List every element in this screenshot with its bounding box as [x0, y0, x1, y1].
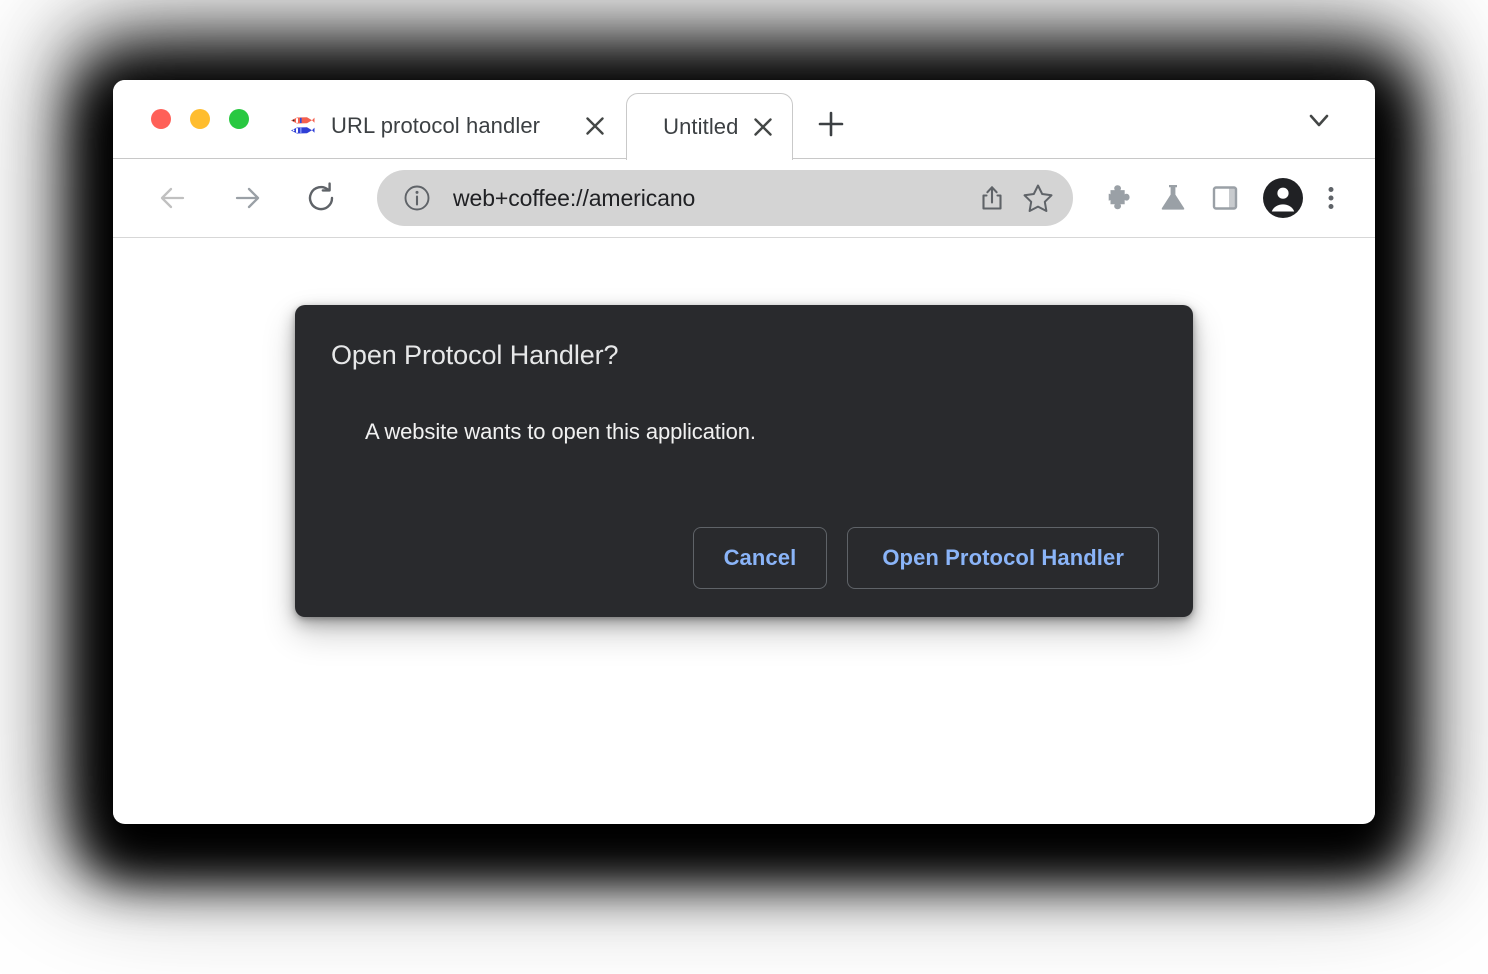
dialog-message: A website wants to open this application… [365, 419, 756, 445]
open-protocol-handler-button[interactable]: Open Protocol Handler [847, 527, 1159, 589]
close-icon [586, 116, 604, 135]
screenshot-stage: URL protocol handler Untitled web+coffee… [0, 0, 1488, 974]
address-bar-url[interactable]: web+coffee://americano [453, 185, 969, 212]
tabs-row: URL protocol handler Untitled [271, 80, 1375, 160]
new-tab-button[interactable] [803, 96, 859, 152]
window-close-button[interactable] [151, 108, 171, 129]
three-dot-menu-icon [1328, 187, 1334, 209]
reload-icon [308, 182, 334, 211]
browser-menu-button[interactable] [1309, 172, 1353, 224]
tab-untitled[interactable]: Untitled [626, 92, 794, 160]
tab-title: URL protocol handler [331, 112, 541, 138]
puzzle-icon [1108, 185, 1130, 210]
info-circle-icon [404, 185, 430, 211]
chevron-down-icon [1309, 114, 1329, 127]
forward-button[interactable] [219, 170, 275, 226]
arrow-right-icon [235, 187, 260, 209]
window-minimize-button[interactable] [190, 108, 210, 129]
site-info-button[interactable] [401, 182, 433, 214]
window-controls [113, 80, 271, 158]
profile-avatar[interactable] [1257, 172, 1309, 224]
experiments-button[interactable] [1147, 172, 1199, 224]
page-content-area: Open Protocol Handler? A website wants t… [113, 238, 1375, 822]
protocol-handler-dialog: Open Protocol Handler? A website wants t… [295, 305, 1193, 617]
browser-window: URL protocol handler Untitled web+coffee… [113, 80, 1375, 824]
close-icon [754, 117, 773, 136]
browser-toolbar: web+coffee://americano [113, 159, 1375, 238]
dialog-actions: Cancel Open Protocol Handler [331, 527, 1159, 589]
back-button[interactable] [145, 170, 201, 226]
dialog-title: Open Protocol Handler? [331, 340, 619, 370]
reload-button[interactable] [293, 170, 349, 226]
tab-title: Untitled [663, 113, 739, 139]
tropical-fish-icon [291, 116, 315, 133]
tab-search-button[interactable] [1289, 90, 1349, 150]
window-maximize-button[interactable] [229, 108, 249, 129]
arrow-left-icon [160, 187, 185, 209]
tab-close-button[interactable] [748, 112, 778, 142]
tab-strip: URL protocol handler Untitled [113, 80, 1375, 160]
side-panel-icon [1212, 186, 1238, 210]
share-button[interactable] [969, 175, 1015, 221]
tab-close-button[interactable] [580, 111, 610, 141]
extensions-button[interactable] [1095, 172, 1147, 224]
share-icon [982, 186, 1002, 210]
plus-icon [819, 111, 844, 137]
tab-url-protocol-handler[interactable]: URL protocol handler [271, 93, 626, 158]
star-icon [1023, 184, 1053, 212]
avatar-icon [1263, 178, 1303, 218]
bookmark-button[interactable] [1015, 175, 1061, 221]
address-bar[interactable]: web+coffee://americano [377, 170, 1073, 226]
cancel-button[interactable]: Cancel [692, 527, 828, 589]
flask-icon [1161, 185, 1185, 210]
side-panel-button[interactable] [1199, 172, 1251, 224]
